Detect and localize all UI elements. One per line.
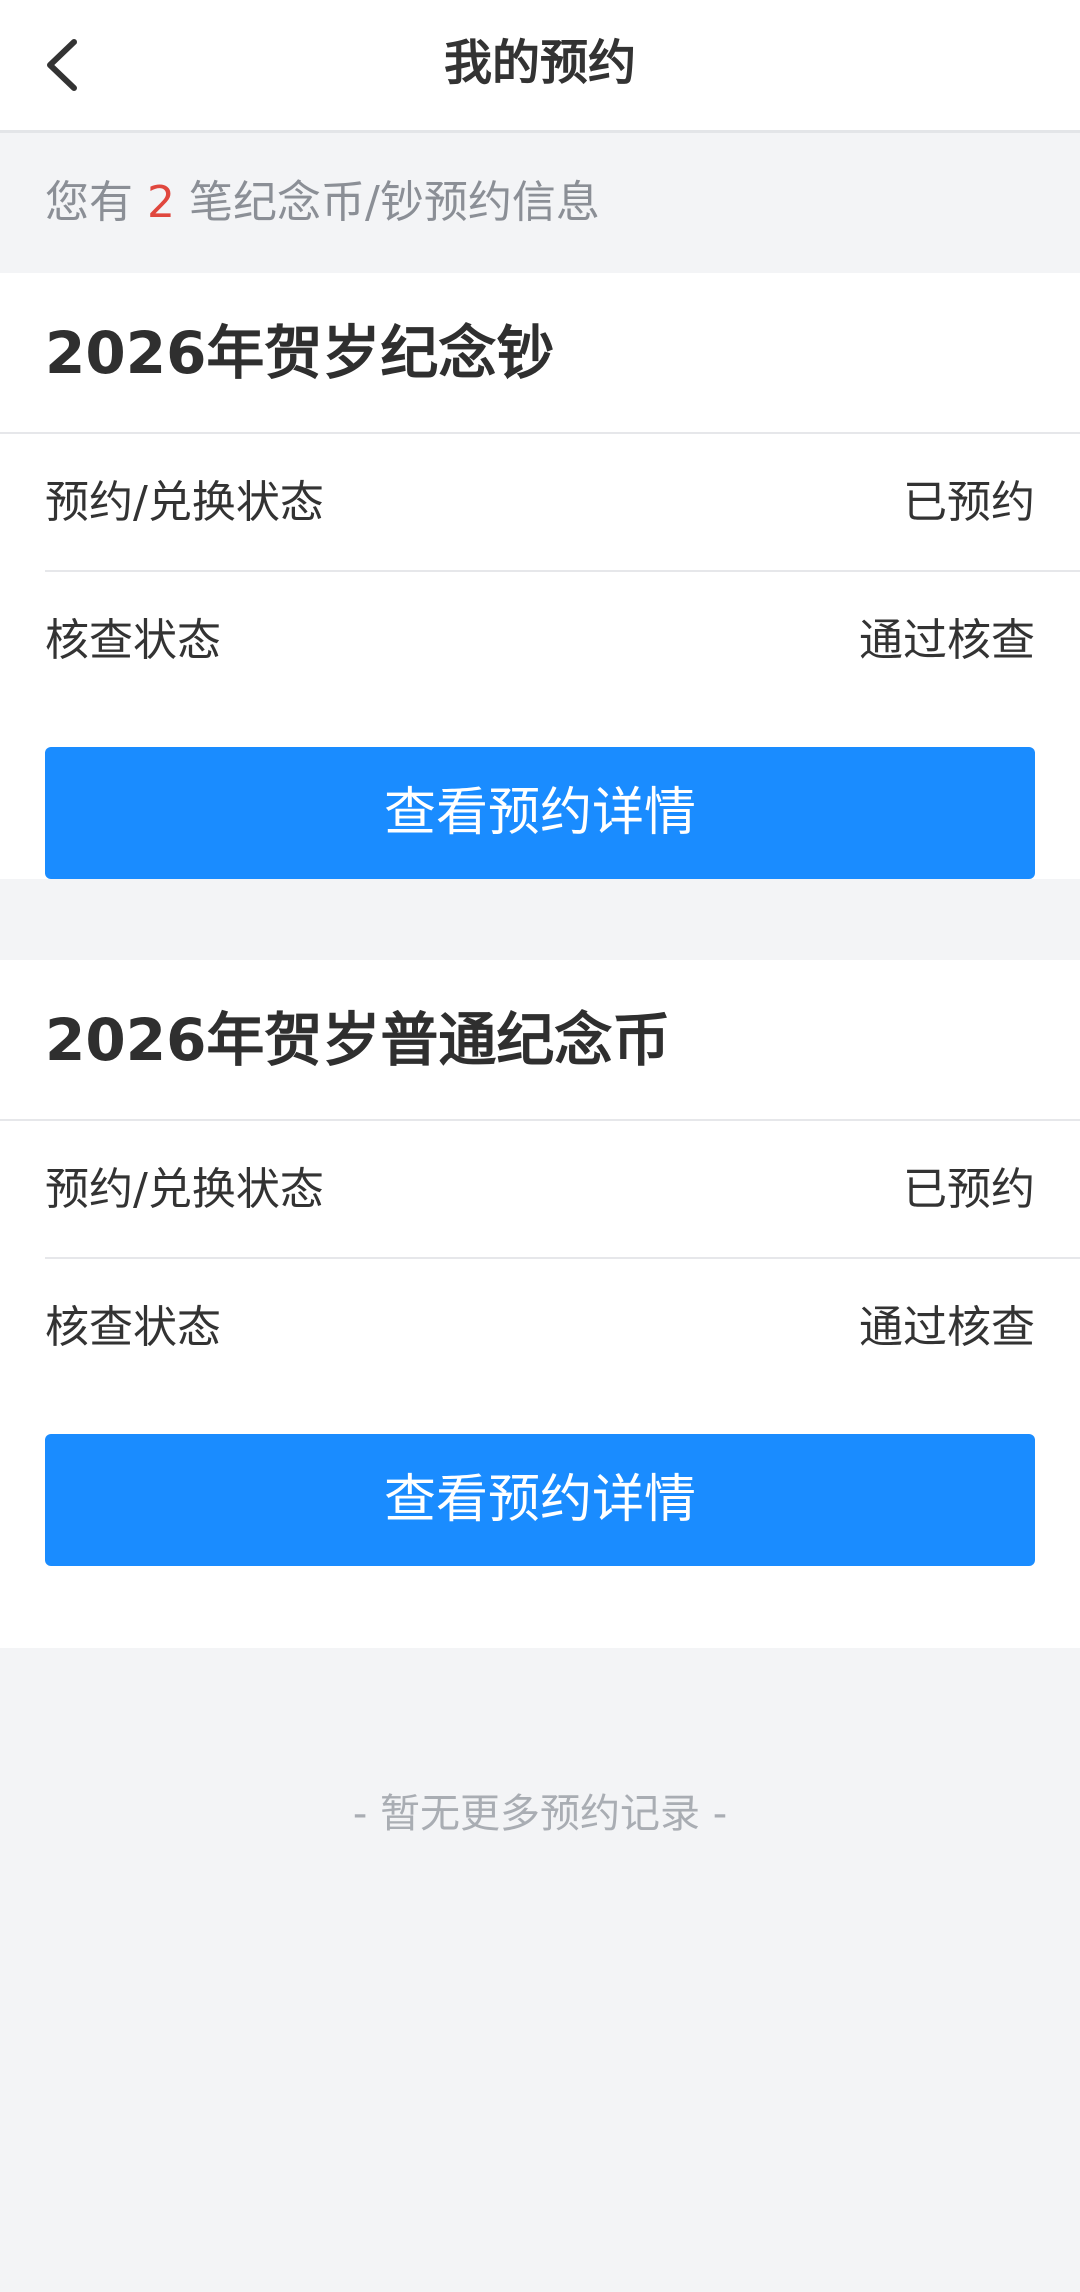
status-label: 预约/兑换状态 [45,1164,324,1215]
summary-prefix: 您有 [45,177,133,228]
check-value: 通过核查 [859,615,1035,666]
reservation-summary: 您有 2 笔纪念币/钞预约信息 [45,173,600,233]
reservation-name: 2026年贺岁普通纪念币 [0,960,1080,1121]
page-title: 我的预约 [443,35,636,91]
reservation-card: 2026年贺岁普通纪念币 预约/兑换状态 已预约 核查状态 通过核查 查看预约详… [0,960,1080,1648]
back-button[interactable] [32,30,92,100]
reservation-card: 2026年贺岁纪念钞 预约/兑换状态 已预约 核查状态 通过核查 查看预约详情 [0,273,1080,879]
view-details-button[interactable]: 查看预约详情 [45,747,1035,879]
check-value: 通过核查 [859,1302,1035,1353]
view-details-button[interactable]: 查看预约详情 [45,1434,1035,1566]
reservation-name: 2026年贺岁纪念钞 [0,273,1080,434]
nav-bar: 我的预约 [0,0,1080,133]
no-more-records-text: - 暂无更多预约记录 - [352,1791,728,1837]
check-label: 核查状态 [45,1302,221,1353]
summary-suffix: 笔纪念币/钞预约信息 [189,177,600,228]
check-label: 核查状态 [45,615,221,666]
check-status-row: 核查状态 通过核查 [45,572,1080,710]
reservation-status-row: 预约/兑换状态 已预约 [45,1121,1080,1259]
status-value: 已预约 [903,1164,1035,1215]
reservation-count: 2 [147,177,175,228]
chevron-left-icon [47,39,77,91]
status-value: 已预约 [903,477,1035,528]
reservation-status-row: 预约/兑换状态 已预约 [45,434,1080,572]
status-label: 预约/兑换状态 [45,477,324,528]
check-status-row: 核查状态 通过核查 [45,1259,1080,1397]
